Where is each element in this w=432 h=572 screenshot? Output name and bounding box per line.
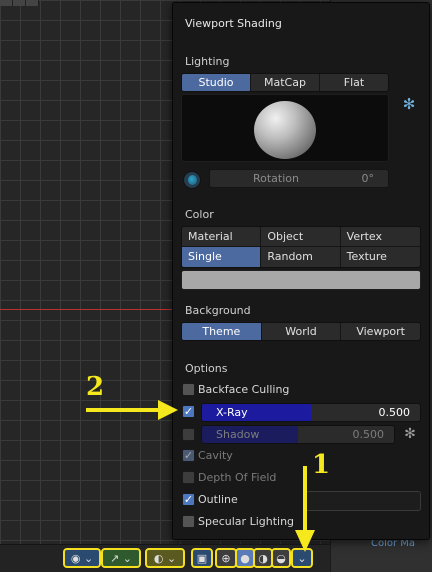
annotation-overlay [86, 400, 315, 552]
annotation-number-1: 1 [312, 450, 331, 480]
annotation-number-2: 2 [86, 372, 105, 402]
annotation-arrow-2 [86, 400, 178, 420]
